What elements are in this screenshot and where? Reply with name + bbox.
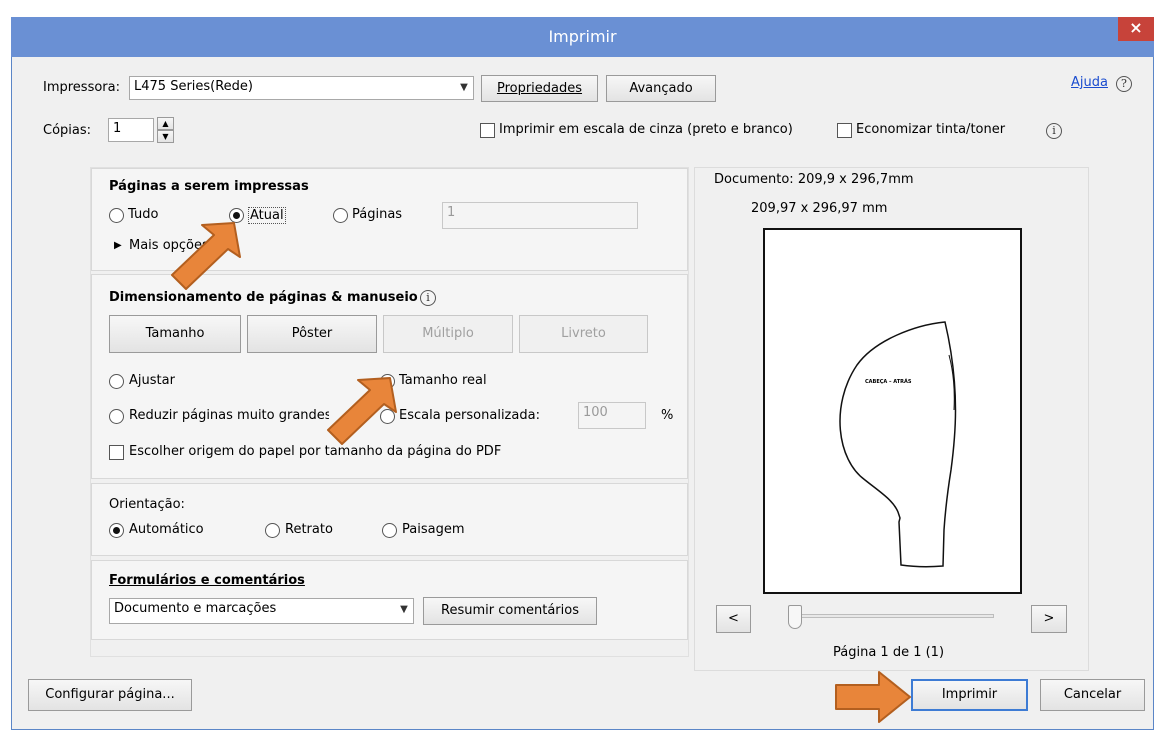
orientation-title: Orientação: bbox=[109, 497, 185, 512]
radio-fit-label: Ajustar bbox=[129, 373, 175, 388]
window-title: Imprimir bbox=[548, 27, 617, 46]
page-slider-handle[interactable] bbox=[788, 605, 802, 629]
next-page-button[interactable]: > bbox=[1031, 605, 1067, 633]
radio-fit[interactable] bbox=[109, 374, 124, 389]
radio-landscape[interactable] bbox=[382, 523, 397, 538]
print-button[interactable]: Imprimir bbox=[911, 679, 1028, 711]
radio-pages-label: Páginas bbox=[352, 207, 403, 222]
percent-label: % bbox=[661, 408, 674, 423]
forms-title-text: Formulários e comentários bbox=[109, 573, 305, 588]
radio-portrait-label: Retrato bbox=[285, 522, 333, 537]
info-icon[interactable]: i bbox=[1046, 123, 1062, 139]
properties-button[interactable]: Propriedades bbox=[481, 75, 598, 102]
pattern-shape bbox=[839, 321, 957, 568]
copies-input[interactable]: 1 bbox=[108, 118, 154, 142]
sizing-section-title: Dimensionamento de páginas & manuseio bbox=[109, 290, 418, 305]
tab-poster[interactable]: Pôster bbox=[247, 315, 377, 353]
orientation-section bbox=[91, 483, 688, 556]
page-setup-button[interactable]: Configurar página... bbox=[28, 679, 192, 711]
sizing-info-icon[interactable]: i bbox=[420, 290, 436, 306]
pages-range-input[interactable]: 1 bbox=[442, 202, 638, 229]
chevron-down-icon: ▼ bbox=[400, 604, 408, 615]
radio-custom-scale-label: Escala personalizada: bbox=[399, 408, 540, 423]
page-size: 209,97 x 296,97 mm bbox=[751, 201, 888, 216]
copies-up-button[interactable]: ▲ bbox=[157, 117, 174, 130]
page-slider-track[interactable] bbox=[794, 614, 994, 618]
page-text: CABEÇA – ATRÁS bbox=[865, 379, 912, 385]
properties-button-label: Propriedades bbox=[496, 81, 583, 96]
radio-all-label: Tudo bbox=[128, 207, 159, 222]
copies-label: Cópias: bbox=[43, 123, 92, 138]
document-size: Documento: 209,9 x 296,7mm bbox=[714, 172, 914, 187]
close-button[interactable]: × bbox=[1118, 17, 1154, 41]
page-preview: CABEÇA – ATRÁS bbox=[763, 228, 1022, 594]
title-bar: Imprimir × bbox=[11, 17, 1154, 57]
paper-source-checkbox[interactable] bbox=[109, 445, 124, 460]
tab-booklet[interactable]: Livreto bbox=[519, 315, 648, 353]
printer-label: Impressora: bbox=[43, 80, 120, 95]
printer-select-value: L475 Series(Rede) bbox=[134, 79, 254, 94]
help-link[interactable]: Ajuda bbox=[1071, 75, 1108, 90]
radio-pages[interactable] bbox=[333, 208, 348, 223]
grayscale-label: Imprimir em escala de cinza (preto e bra… bbox=[499, 122, 793, 137]
save-ink-checkbox[interactable] bbox=[837, 123, 852, 138]
annotation-arrow bbox=[835, 671, 911, 723]
chevron-down-icon: ▼ bbox=[460, 82, 468, 93]
close-icon: × bbox=[1129, 18, 1143, 37]
expand-icon[interactable]: ▶ bbox=[114, 240, 122, 251]
printer-select[interactable]: L475 Series(Rede) ▼ bbox=[129, 76, 474, 100]
copies-down-button[interactable]: ▼ bbox=[157, 130, 174, 143]
pages-section-title: Páginas a serem impressas bbox=[109, 179, 309, 194]
tab-size[interactable]: Tamanho bbox=[109, 315, 241, 353]
page-indicator: Página 1 de 1 (1) bbox=[833, 645, 945, 660]
radio-landscape-label: Paisagem bbox=[402, 522, 465, 537]
summarize-comments-button[interactable]: Resumir comentários bbox=[423, 597, 597, 625]
advanced-button[interactable]: Avançado bbox=[606, 75, 716, 102]
radio-auto-label: Automático bbox=[129, 522, 204, 537]
radio-auto[interactable] bbox=[109, 523, 124, 538]
tab-multiple[interactable]: Múltiplo bbox=[383, 315, 513, 353]
annotation-arrow bbox=[171, 222, 241, 290]
help-icon[interactable]: ? bbox=[1116, 76, 1132, 92]
cancel-button[interactable]: Cancelar bbox=[1040, 679, 1145, 711]
radio-shrink-label: Reduzir páginas muito grandes bbox=[129, 408, 329, 423]
radio-shrink[interactable] bbox=[109, 409, 124, 424]
radio-all[interactable] bbox=[109, 208, 124, 223]
radio-portrait[interactable] bbox=[265, 523, 280, 538]
forms-section-title: Formulários e comentários bbox=[109, 573, 305, 588]
custom-scale-input[interactable]: 100 bbox=[578, 402, 646, 429]
prev-page-button[interactable]: < bbox=[716, 605, 751, 633]
save-ink-label: Economizar tinta/toner bbox=[856, 122, 1006, 137]
grayscale-checkbox[interactable] bbox=[480, 123, 495, 138]
forms-select[interactable]: Documento e marcações ▼ bbox=[109, 598, 414, 624]
forms-select-value: Documento e marcações bbox=[114, 601, 277, 616]
annotation-arrow bbox=[327, 377, 397, 445]
